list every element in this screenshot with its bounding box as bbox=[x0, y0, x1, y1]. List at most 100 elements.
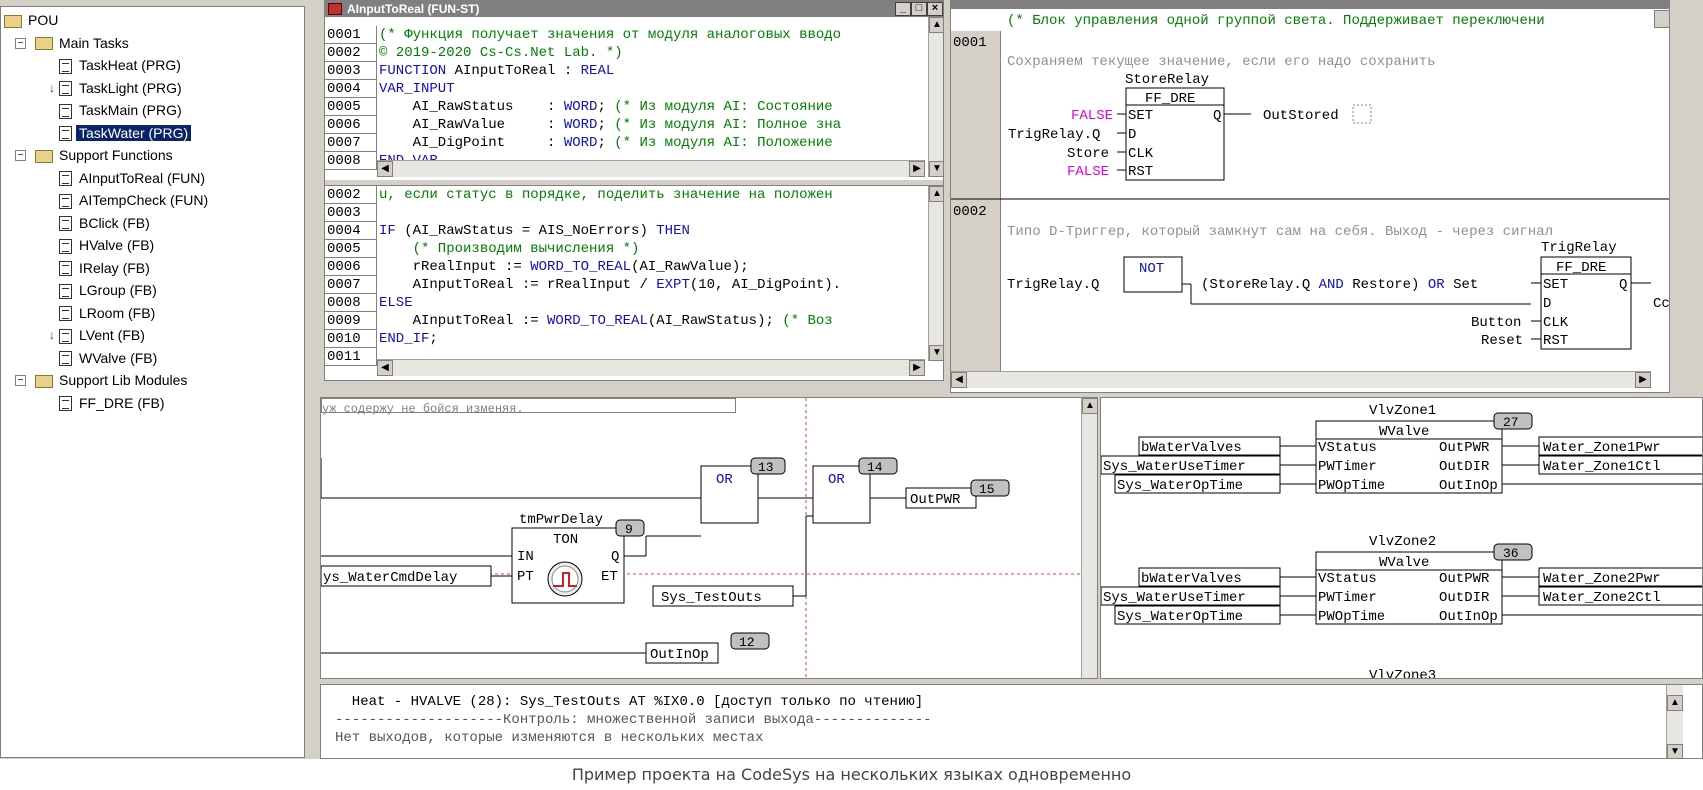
code-line[interactable]: 0007 AInputToReal := rRealInput / EXPT(1… bbox=[325, 276, 925, 294]
tree-item[interactable]: AInputToReal (FUN) bbox=[59, 168, 208, 188]
code-text[interactable]: END_IF; bbox=[377, 330, 438, 348]
output-placeholder-box[interactable] bbox=[1352, 104, 1372, 124]
code-line[interactable]: 0006 rRealInput := WORD_TO_REAL(AI_RawVa… bbox=[325, 258, 925, 276]
declaration-code[interactable]: 0001 (* Функция получает значения от моду… bbox=[325, 26, 925, 170]
scroll-right-button[interactable]: ▶ bbox=[909, 360, 925, 376]
scroll-up-button[interactable]: ▲ bbox=[929, 17, 943, 33]
input-variable[interactable]: Sys_WaterOpTime bbox=[1117, 478, 1243, 494]
tree-item[interactable]: IRelay (FB) bbox=[59, 258, 153, 278]
tree-item[interactable]: TaskMain (PRG) bbox=[59, 100, 185, 120]
ld-editor-window[interactable]: (* Блок управления одной группой света. … bbox=[950, 0, 1670, 393]
expression[interactable]: (StoreRelay.Q AND Restore) OR Set bbox=[1201, 277, 1478, 293]
ld-diagram[interactable]: 0001 0002 Сохраняем текущее значение, ес… bbox=[951, 1, 1670, 381]
output-variable[interactable]: Water_Zone2Ctl bbox=[1543, 590, 1661, 606]
clk-value[interactable]: Button bbox=[1471, 315, 1521, 331]
code-text[interactable]: (* Производим вычисления *) bbox=[377, 240, 640, 258]
code-text[interactable]: ELSE bbox=[377, 294, 413, 312]
code-text[interactable]: AInputToReal := WORD_TO_REAL(AI_RawStatu… bbox=[377, 312, 833, 330]
scroll-left-button[interactable]: ◀ bbox=[377, 360, 393, 376]
tree-folder[interactable]: Main Tasks bbox=[35, 33, 132, 53]
d-value[interactable]: TrigRelay.Q bbox=[1008, 127, 1100, 143]
scroll-up-button[interactable]: ▲ bbox=[1667, 695, 1683, 711]
scroll-left-button[interactable]: ◀ bbox=[377, 161, 393, 177]
tree-folder[interactable]: Support Lib Modules bbox=[35, 370, 190, 390]
scroll-down-button[interactable]: ▼ bbox=[929, 161, 943, 177]
maximize-button[interactable]: □ bbox=[911, 2, 927, 16]
scroll-down-button[interactable]: ▼ bbox=[929, 345, 943, 361]
valve-editor-window[interactable]: VlvZone1 WValve 27 bWaterValves VStatus OutPW… bbox=[1100, 397, 1703, 679]
code-text[interactable]: © 2019-2020 Cs-Cs.Net Lab. *) bbox=[377, 44, 623, 62]
tree-folder[interactable]: POU bbox=[4, 10, 61, 30]
code-line[interactable]: 0006 AI_RawValue : WORD; (* Из модуля AI… bbox=[325, 116, 925, 134]
code-text[interactable]: rRealInput := WORD_TO_REAL(AI_RawValue); bbox=[377, 258, 749, 276]
tree-item[interactable]: WValve (FB) bbox=[59, 348, 160, 368]
code-line[interactable]: 0005 (* Производим вычисления *) bbox=[325, 240, 925, 258]
code-line[interactable]: 0005 AI_RawStatus : WORD; (* Из модуля A… bbox=[325, 98, 925, 116]
tree-item[interactable]: TaskHeat (PRG) bbox=[59, 55, 184, 75]
st-editor-window[interactable]: AInputToReal (FUN-ST) _ □ × 0001 (* Функц… bbox=[324, 0, 944, 381]
code-line[interactable]: 0007 AI_DigPoint : WORD; (* Из модуля AI… bbox=[325, 134, 925, 152]
ld-hscrollbar[interactable]: ◀ ▶ bbox=[951, 371, 1651, 388]
rst-value[interactable]: Reset bbox=[1481, 333, 1523, 349]
cfc-diagram[interactable]: tmPwrDelay TON IN PT Q ET 9 ys_WaterCmdD… bbox=[321, 398, 1081, 678]
valve-diagram[interactable]: VlvZone1 WValve 27 bWaterValves VStatus OutPW… bbox=[1101, 398, 1703, 679]
output-variable[interactable]: Water_Zone1Ctl bbox=[1543, 459, 1661, 475]
code-line[interactable]: 0009 AInputToReal := WORD_TO_REAL(AI_Raw… bbox=[325, 312, 925, 330]
code-text[interactable]: IF (AI_RawStatus = AIS_NoErrors) THEN bbox=[377, 222, 690, 240]
code-line[interactable]: 0002 © 2019-2020 Cs-Cs.Net Lab. *) bbox=[325, 44, 925, 62]
input-variable[interactable]: Sys_WaterUseTimer bbox=[1103, 459, 1246, 475]
collapse-toggle[interactable]: − bbox=[15, 150, 26, 161]
scroll-up-button[interactable]: ▲ bbox=[1082, 398, 1097, 414]
tree-item[interactable]: HValve (FB) bbox=[59, 235, 157, 255]
st-window-titlebar[interactable]: AInputToReal (FUN-ST) bbox=[325, 1, 943, 17]
tree-item[interactable]: LVent (FB) bbox=[59, 325, 148, 345]
message-window[interactable]: Heat - HVALVE (28): Sys_TestOuts AT %IX0… bbox=[320, 684, 1703, 759]
clk-value[interactable]: Store bbox=[1067, 146, 1109, 162]
code-text[interactable]: AI_RawStatus : WORD; (* Из модуля AI: Со… bbox=[377, 98, 833, 116]
pou-tree[interactable]: POU Main Tasks − TaskHeat (PRG) TaskLight (P… bbox=[0, 6, 305, 758]
scroll-down-button[interactable]: ▼ bbox=[1667, 744, 1683, 758]
tree-item[interactable]: LGroup (FB) bbox=[59, 280, 160, 300]
output-stored[interactable]: OutStored bbox=[1263, 108, 1339, 124]
minimize-button[interactable]: _ bbox=[895, 2, 911, 16]
code-line[interactable]: 0001 (* Функция получает значения от моду… bbox=[325, 26, 925, 44]
cfc-vscrollbar[interactable]: ▲ bbox=[1081, 398, 1097, 678]
code-line[interactable]: 0004 VAR_INPUT bbox=[325, 80, 925, 98]
splitter[interactable] bbox=[325, 179, 943, 186]
outpwr-label[interactable]: OutPWR bbox=[910, 492, 961, 508]
body-hscrollbar[interactable]: ◀ ▶ bbox=[377, 359, 925, 376]
tree-item[interactable]: TaskLight (PRG) bbox=[59, 78, 185, 98]
code-text[interactable]: VAR_INPUT bbox=[377, 80, 455, 98]
tree-folder[interactable]: Support Functions bbox=[35, 145, 176, 165]
code-text[interactable]: AI_RawValue : WORD; (* Из модуля AI: Пол… bbox=[377, 116, 842, 134]
input-variable[interactable]: bWaterValves bbox=[1141, 440, 1242, 456]
set-value[interactable]: FALSE bbox=[1071, 108, 1113, 124]
message-vscrollbar[interactable]: ▲ ▼ bbox=[1666, 685, 1683, 758]
code-line[interactable]: 0003 bbox=[325, 204, 925, 222]
code-text[interactable]: AI_DigPoint : WORD; (* Из модуля AI: Пол… bbox=[377, 134, 833, 152]
rst-value[interactable]: FALSE bbox=[1067, 164, 1109, 180]
code-line[interactable]: 0008 ELSE bbox=[325, 294, 925, 312]
tree-item[interactable]: BClick (FB) bbox=[59, 213, 153, 233]
tree-item[interactable]: FF_DRE (FB) bbox=[59, 393, 168, 413]
pt-input[interactable]: ys_WaterCmdDelay bbox=[323, 570, 457, 586]
declaration-vscrollbar[interactable]: ▲ ▼ bbox=[928, 17, 943, 177]
code-line[interactable]: 0003 FUNCTION AInputToReal : REAL bbox=[325, 62, 925, 80]
code-line[interactable]: 0010 END_IF; bbox=[325, 330, 925, 348]
input-variable[interactable]: bWaterValves bbox=[1141, 571, 1242, 587]
body-code[interactable]: 0002 u, если статус в порядке, поделить з… bbox=[325, 186, 925, 366]
testouts-label[interactable]: Sys_TestOuts bbox=[661, 590, 762, 606]
tree-item[interactable]: AITempCheck (FUN) bbox=[59, 190, 211, 210]
input-trigrelay[interactable]: TrigRelay.Q bbox=[1007, 277, 1099, 293]
scroll-right-button[interactable]: ▶ bbox=[1635, 372, 1651, 388]
output-variable[interactable]: Water_Zone1Pwr bbox=[1543, 440, 1661, 456]
input-variable[interactable]: Sys_WaterOpTime bbox=[1117, 609, 1243, 625]
scroll-left-button[interactable]: ◀ bbox=[951, 372, 967, 388]
declaration-hscrollbar[interactable]: ◀ ▶ bbox=[377, 160, 925, 177]
tree-item[interactable]: LRoom (FB) bbox=[59, 303, 158, 323]
st-declaration-pane[interactable]: 0001 (* Функция получает значения от моду… bbox=[325, 17, 943, 179]
cfc-editor-window[interactable]: уж содержу не бойся изменяя. tmPwrDelay … bbox=[320, 397, 1098, 679]
collapse-toggle[interactable]: − bbox=[15, 37, 26, 49]
body-vscrollbar[interactable]: ▲ ▼ bbox=[928, 186, 943, 361]
output-variable[interactable]: Water_Zone2Pwr bbox=[1543, 571, 1661, 587]
